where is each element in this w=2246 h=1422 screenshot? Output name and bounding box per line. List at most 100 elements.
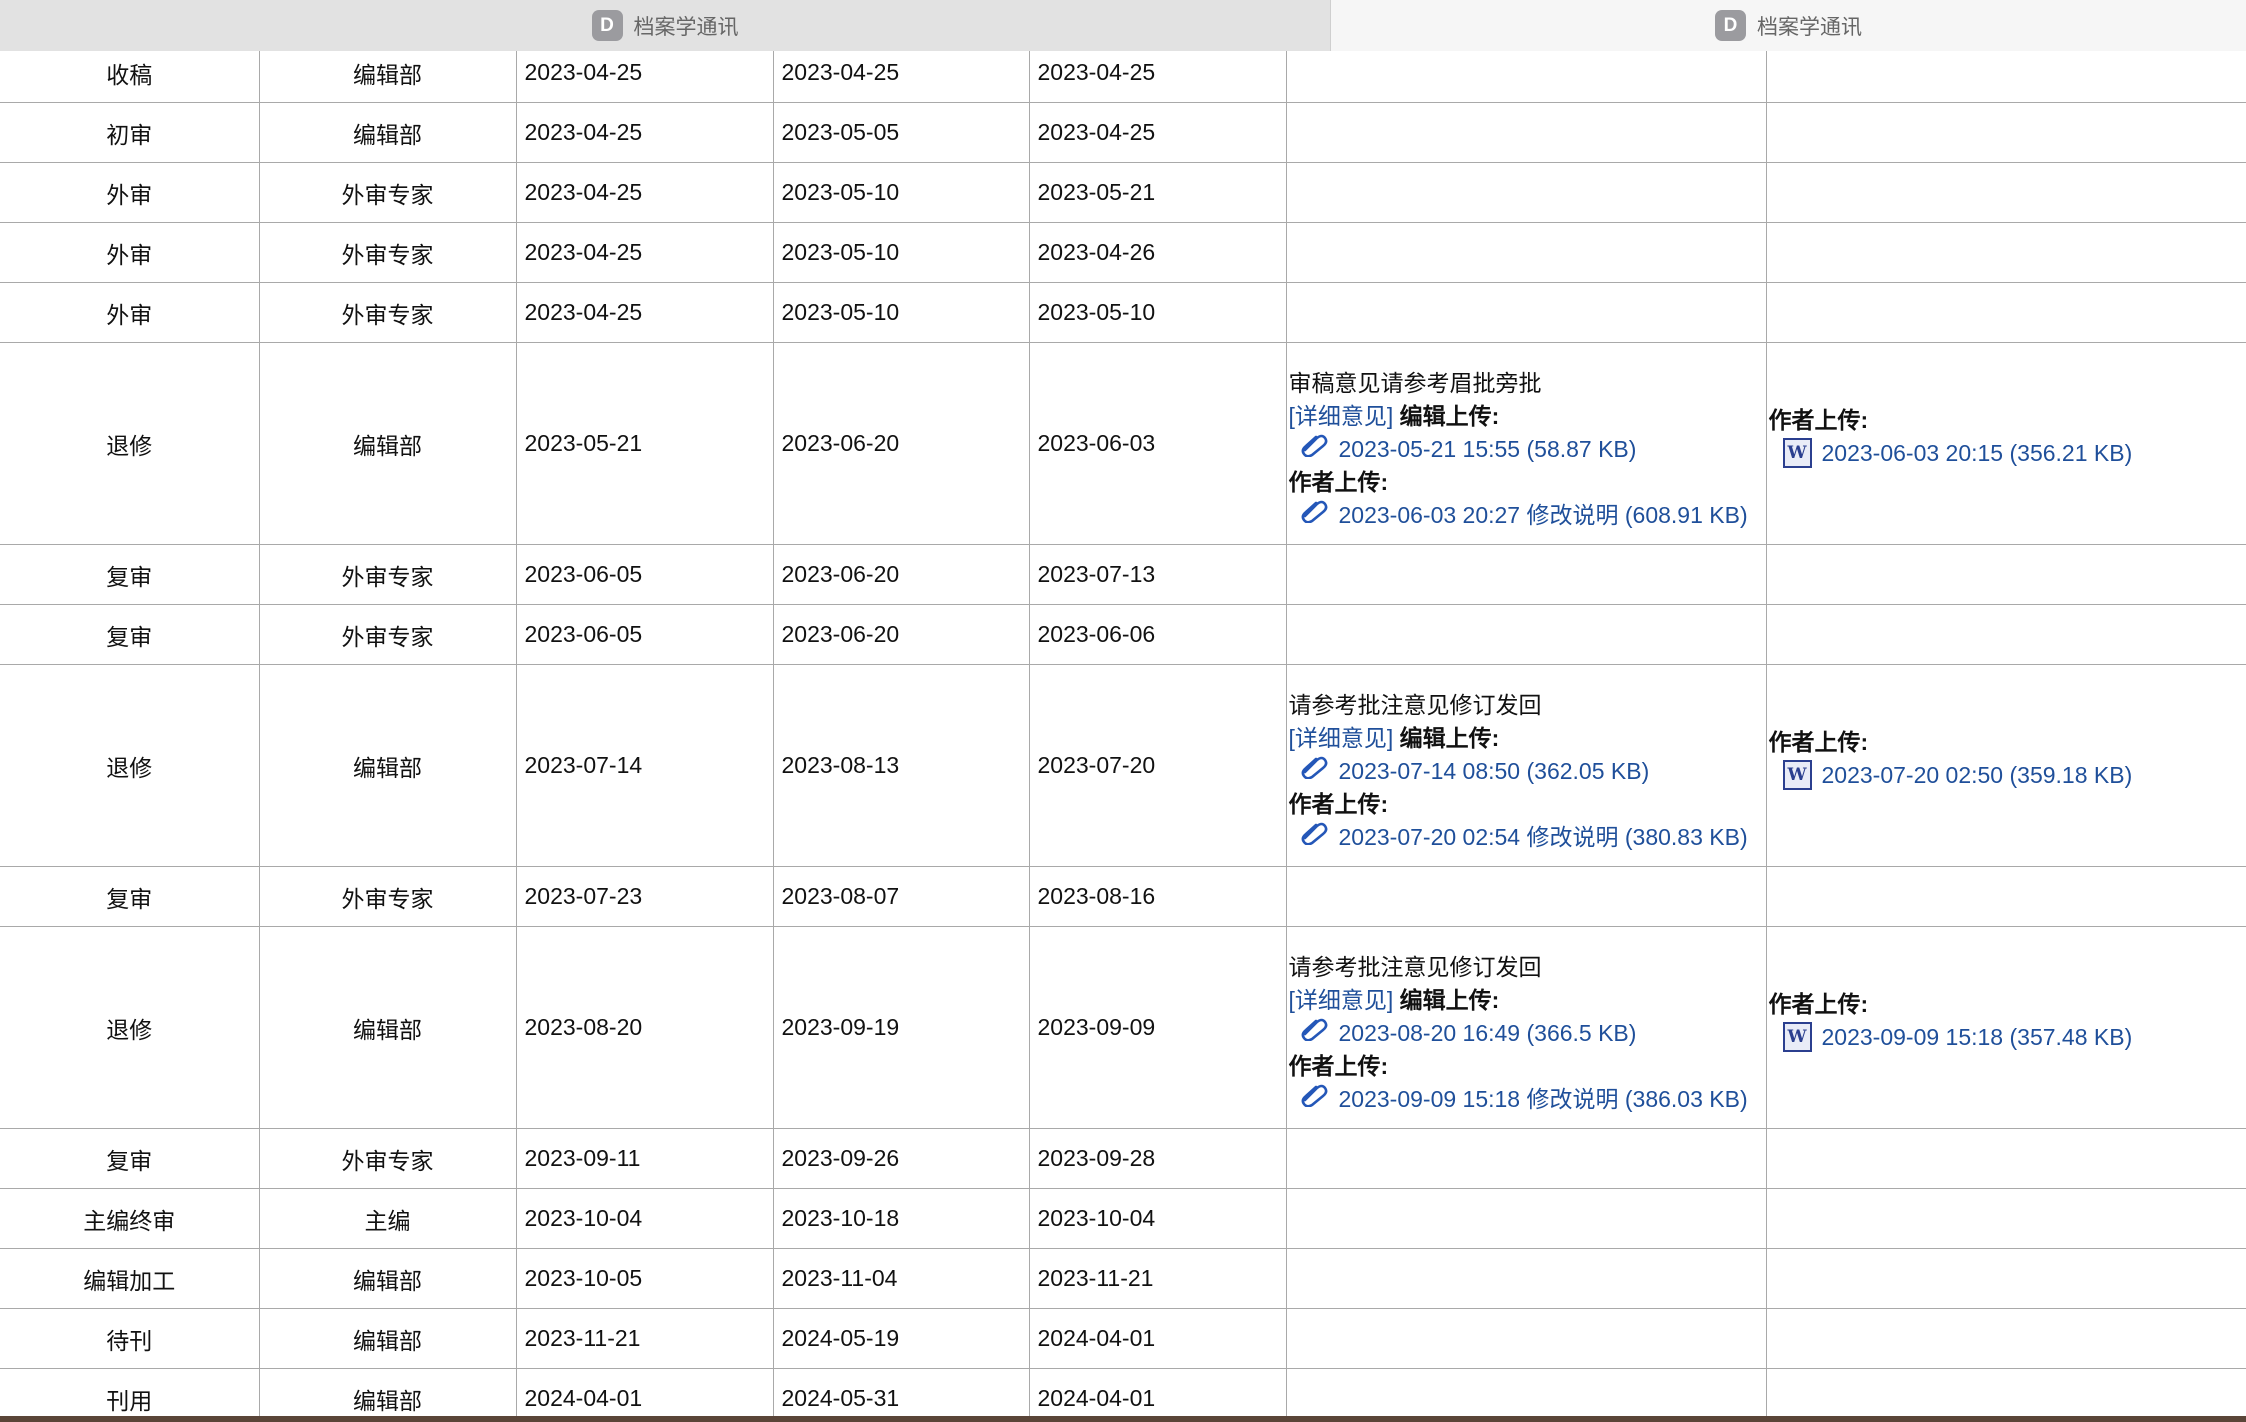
- review-history-table: 收稿 编辑部 2023-04-25 2023-04-25 2023-04-25 初审 编辑部…: [0, 51, 2246, 1416]
- completed-date-cell: 2023-07-20: [1028, 664, 1287, 867]
- stage-cell: 退修: [0, 664, 260, 867]
- due-date-cell: 2023-06-20: [772, 544, 1030, 605]
- editor-upload-label: 编辑上传:: [1399, 987, 1500, 1013]
- tab-inactive[interactable]: D 档案学通讯: [1331, 0, 2246, 51]
- table-row: 待刊 编辑部 2023-11-21 2024-05-19 2024-04-01: [0, 1308, 2246, 1369]
- editor-file-link[interactable]: 2023-08-20 16:49 (366.5 KB): [1339, 1017, 1637, 1050]
- review-history-panel: 收稿 编辑部 2023-04-25 2023-04-25 2023-04-25 初审 编辑部…: [0, 51, 2246, 1416]
- remark-cell: [1285, 1248, 1767, 1309]
- party-cell: 外审专家: [258, 544, 517, 605]
- stage-cell: 待刊: [0, 1308, 260, 1369]
- site-favicon-icon: D: [591, 10, 623, 41]
- table-row: 复审 外审专家 2023-07-23 2023-08-07 2023-08-16: [0, 866, 2246, 927]
- manuscript-cell: [1765, 162, 2246, 223]
- stage-cell: 编辑加工: [0, 1248, 260, 1309]
- attachment-clip-icon: [1299, 755, 1329, 788]
- received-date-cell: 2023-10-04: [515, 1188, 774, 1249]
- manuscript-file-link[interactable]: 2023-06-03 20:15 (356.21 KB): [1822, 437, 2133, 470]
- due-date-cell: 2024-05-31: [772, 1368, 1030, 1416]
- received-date-cell: 2023-04-25: [515, 162, 774, 223]
- review-history-body: 收稿 编辑部 2023-04-25 2023-04-25 2023-04-25 初审 编辑部…: [0, 51, 2246, 1416]
- review-opinion-text: 请参考批注意见修订发回: [1288, 954, 1542, 980]
- due-date-cell: 2023-06-20: [772, 604, 1030, 665]
- stage-cell: 刊用: [0, 1368, 260, 1416]
- author-revision-note-link[interactable]: 2023-06-03 20:27 修改说明 (608.91 KB): [1339, 499, 1748, 532]
- tab-title: 档案学通讯: [633, 15, 739, 39]
- stage-cell: 外审: [0, 222, 260, 283]
- tab-active[interactable]: D 档案学通讯: [0, 0, 1331, 51]
- received-date-cell: 2023-10-05: [515, 1248, 774, 1309]
- author-upload-label: 作者上传:: [1288, 469, 1389, 495]
- received-date-cell: 2023-07-14: [515, 664, 774, 867]
- detail-opinion-link[interactable]: [详细意见]: [1289, 403, 1394, 429]
- author-upload-label: 作者上传:: [1768, 406, 1869, 433]
- manuscript-cell: 作者上传: W 2023-06-03 20:15 (356.21 KB): [1765, 342, 2246, 545]
- table-row: 复审 外审专家 2023-06-05 2023-06-20 2023-06-06: [0, 604, 2246, 665]
- author-upload-label: 作者上传:: [1288, 1053, 1389, 1079]
- completed-date-cell: 2023-09-09: [1028, 926, 1287, 1129]
- completed-date-cell: 2023-07-13: [1028, 544, 1287, 605]
- tab-title: 档案学通讯: [1757, 15, 1862, 39]
- remark-cell: 请参考批注意见修订发回 [详细意见] 编辑上传: 2023-08-20 16:49 …: [1285, 926, 1767, 1129]
- due-date-cell: 2023-11-04: [772, 1248, 1030, 1309]
- manuscript-file-link[interactable]: 2023-09-09 15:18 (357.48 KB): [1822, 1021, 2133, 1054]
- party-cell: 外审专家: [258, 162, 517, 223]
- stage-cell: 退修: [0, 926, 260, 1129]
- attachment-clip-icon: [1299, 821, 1329, 854]
- party-cell: 外审专家: [258, 282, 517, 343]
- word-doc-icon: W: [1782, 1022, 1812, 1052]
- party-cell: 编辑部: [258, 926, 517, 1129]
- received-date-cell: 2023-04-25: [515, 102, 774, 163]
- manuscript-cell: [1765, 1308, 2246, 1369]
- received-date-cell: 2024-04-01: [515, 1368, 774, 1416]
- detail-opinion-link[interactable]: [详细意见]: [1289, 987, 1394, 1013]
- completed-date-cell: 2023-09-28: [1028, 1128, 1287, 1189]
- party-cell: 编辑部: [258, 1308, 517, 1369]
- party-cell: 编辑部: [258, 342, 517, 545]
- completed-date-cell: 2023-11-21: [1028, 1248, 1287, 1309]
- remark-cell: 请参考批注意见修订发回 [详细意见] 编辑上传: 2023-07-14 08:50 …: [1285, 664, 1767, 867]
- received-date-cell: 2023-07-23: [515, 866, 774, 927]
- editor-file-link[interactable]: 2023-05-21 15:55 (58.87 KB): [1339, 433, 1637, 466]
- stage-cell: 主编终审: [0, 1188, 260, 1249]
- table-row: 外审 外审专家 2023-04-25 2023-05-10 2023-05-21: [0, 162, 2246, 223]
- remark-cell: [1285, 1188, 1767, 1249]
- detail-opinion-link[interactable]: [详细意见]: [1289, 725, 1394, 751]
- word-doc-icon: W: [1782, 760, 1812, 790]
- remark-cell: [1285, 282, 1767, 343]
- manuscript-file-link[interactable]: 2023-07-20 02:50 (359.18 KB): [1822, 759, 2133, 792]
- author-revision-note-link[interactable]: 2023-07-20 02:54 修改说明 (380.83 KB): [1339, 821, 1748, 854]
- party-cell: 编辑部: [258, 1368, 517, 1416]
- attachment-clip-icon: [1299, 433, 1329, 466]
- editor-upload-label: 编辑上传:: [1399, 403, 1500, 429]
- remark-cell: [1285, 51, 1767, 103]
- completed-date-cell: 2024-04-01: [1028, 1308, 1287, 1369]
- remark-cell: [1285, 222, 1767, 283]
- stage-cell: 外审: [0, 282, 260, 343]
- manuscript-cell: [1765, 1188, 2246, 1249]
- window-bottom-edge: [0, 1416, 2246, 1422]
- editor-upload-label: 编辑上传:: [1399, 725, 1500, 751]
- editor-file-link[interactable]: 2023-07-14 08:50 (362.05 KB): [1339, 755, 1650, 788]
- due-date-cell: 2023-08-07: [772, 866, 1030, 927]
- manuscript-cell: 作者上传: W 2023-09-09 15:18 (357.48 KB): [1765, 926, 2246, 1129]
- remark-cell: [1285, 604, 1767, 665]
- party-cell: 编辑部: [258, 51, 517, 103]
- author-revision-note-link[interactable]: 2023-09-09 15:18 修改说明 (386.03 KB): [1339, 1083, 1748, 1116]
- manuscript-cell: [1765, 102, 2246, 163]
- due-date-cell: 2023-09-26: [772, 1128, 1030, 1189]
- due-date-cell: 2023-05-10: [772, 222, 1030, 283]
- completed-date-cell: 2023-06-06: [1028, 604, 1287, 665]
- attachment-clip-icon: [1299, 1017, 1329, 1050]
- stage-cell: 收稿: [0, 51, 260, 103]
- party-cell: 主编: [258, 1188, 517, 1249]
- word-doc-icon: W: [1782, 438, 1812, 468]
- due-date-cell: 2023-05-05: [772, 102, 1030, 163]
- due-date-cell: 2023-04-25: [772, 51, 1030, 103]
- manuscript-cell: [1765, 1248, 2246, 1309]
- received-date-cell: 2023-06-05: [515, 604, 774, 665]
- table-row: 刊用 编辑部 2024-04-01 2024-05-31 2024-04-01: [0, 1368, 2246, 1416]
- manuscript-cell: [1765, 1368, 2246, 1416]
- due-date-cell: 2024-05-19: [772, 1308, 1030, 1369]
- table-row: 外审 外审专家 2023-04-25 2023-05-10 2023-05-10: [0, 282, 2246, 343]
